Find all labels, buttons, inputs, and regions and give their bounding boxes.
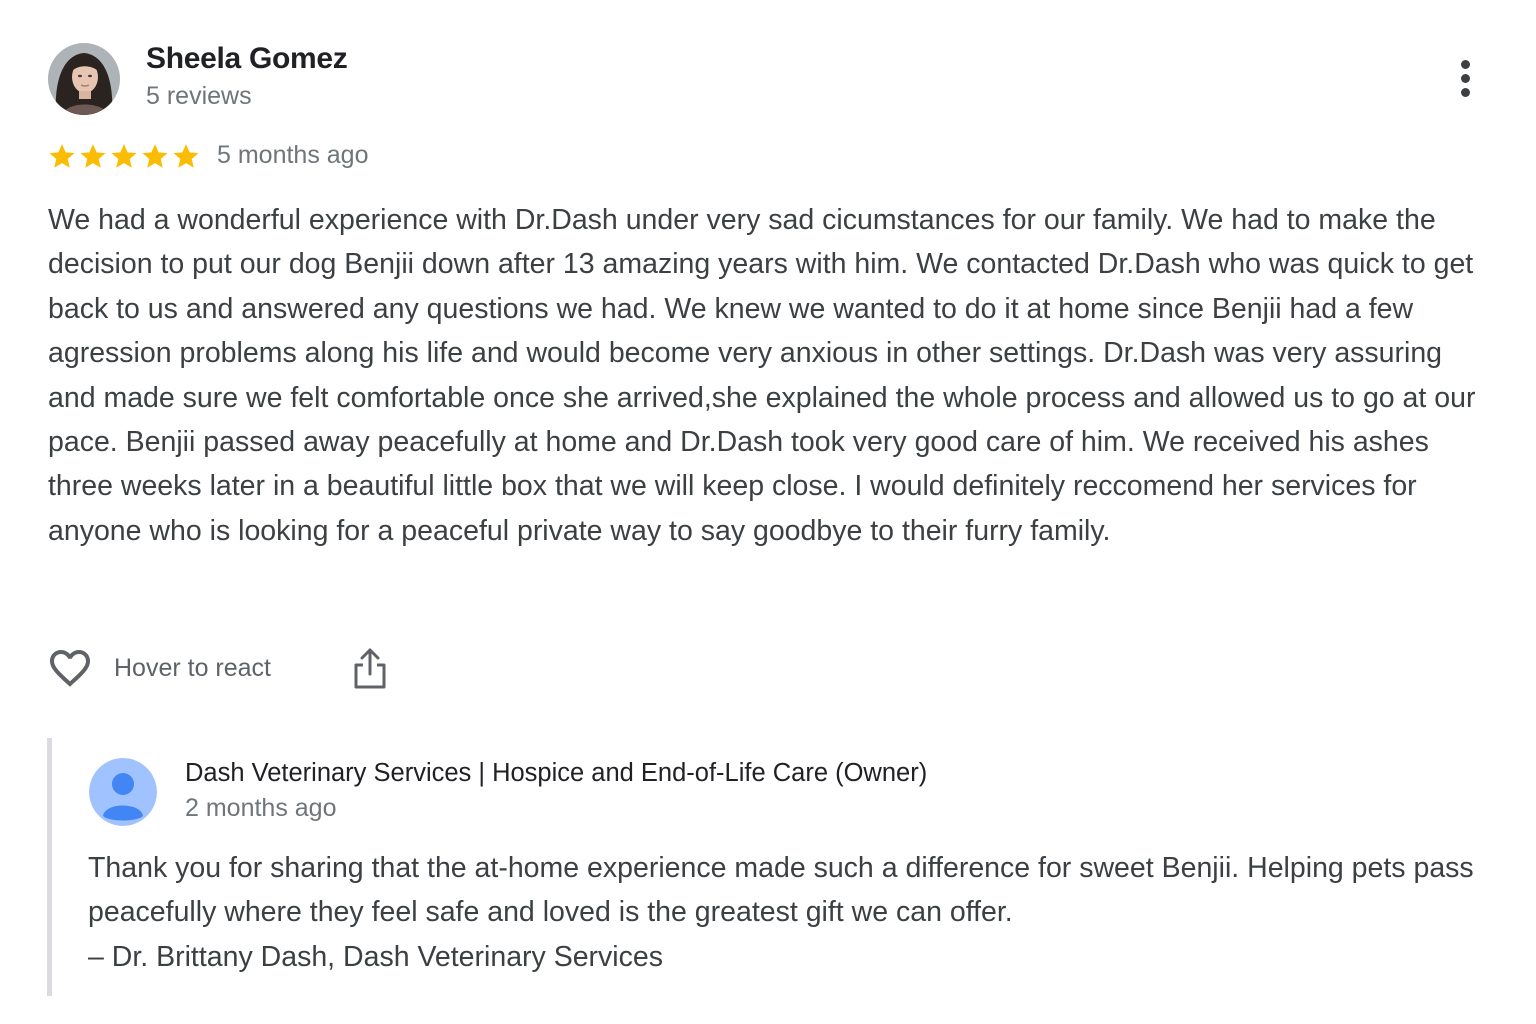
- star-icon: [142, 144, 168, 168]
- more-options-button[interactable]: [1448, 56, 1484, 102]
- star-icon: [80, 144, 106, 168]
- reviewer-name[interactable]: Sheela Gomez: [146, 42, 348, 76]
- star-rating: [47, 138, 202, 174]
- react-label: Hover to react: [114, 653, 272, 682]
- star-icon: [173, 144, 199, 168]
- more-vert-icon: [1461, 60, 1470, 69]
- star-icon: [111, 144, 137, 168]
- review-card: Sheela Gomez 5 reviews 5 months ago We h…: [0, 0, 1536, 1024]
- share-icon: [354, 648, 386, 689]
- share-button[interactable]: [348, 644, 392, 692]
- reply-signature: – Dr. Brittany Dash, Dash Veterinary Ser…: [88, 940, 663, 973]
- reply-text-body: Thank you for sharing that the at-home e…: [88, 852, 1474, 929]
- owner-reply: Dash Veterinary Services | Hospice and E…: [47, 738, 1492, 996]
- reply-text: Thank you for sharing that the at-home e…: [88, 846, 1488, 979]
- owner-avatar[interactable]: [89, 758, 157, 826]
- reviewer-review-count[interactable]: 5 reviews: [146, 82, 252, 111]
- reply-date: 2 months ago: [185, 794, 337, 822]
- star-icon: [49, 144, 75, 168]
- person-icon: [89, 758, 157, 826]
- heart-icon: [50, 650, 90, 687]
- owner-name[interactable]: Dash Veterinary Services | Hospice and E…: [185, 759, 927, 788]
- review-text: We had a wonderful experience with Dr.Da…: [48, 204, 1476, 547]
- review-date: 5 months ago: [217, 141, 369, 169]
- profile-photo: [48, 43, 120, 115]
- reviewer-avatar[interactable]: [48, 43, 120, 115]
- react-button[interactable]: Hover to react: [46, 644, 271, 692]
